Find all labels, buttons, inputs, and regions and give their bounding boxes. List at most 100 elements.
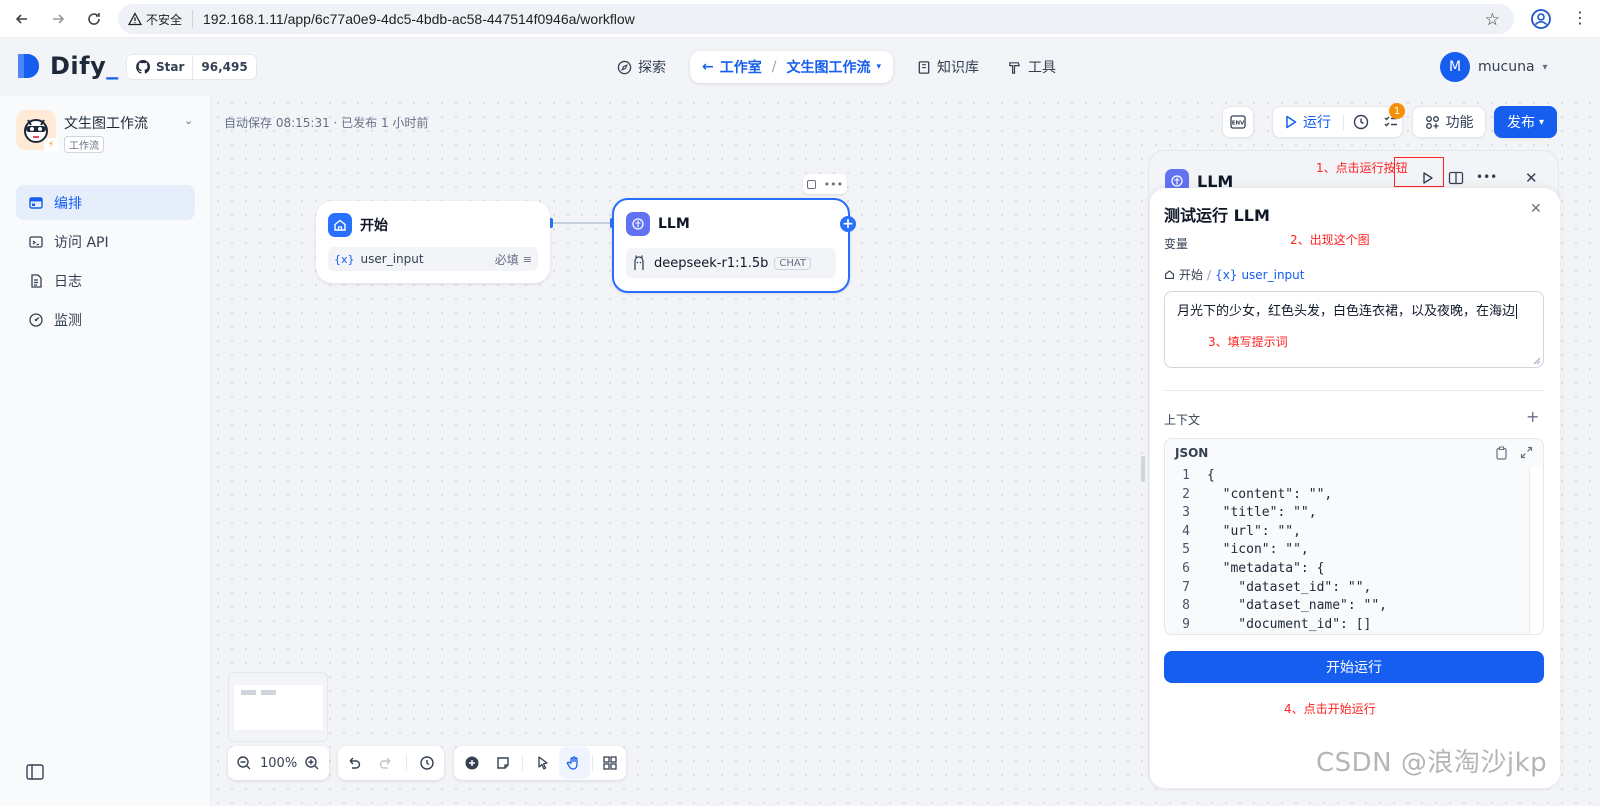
nav-studio-label[interactable]: 工作室 [720, 57, 762, 77]
code-line: 5 "icon": "", [1165, 541, 1543, 560]
app-header: Dify_ Star 96,495 探索 ← 工作室 / 文生图工作流 ▾ 知识… [0, 38, 1600, 96]
controls-divider [591, 755, 593, 771]
env-icon: ENV [1230, 115, 1246, 129]
insecure-label: 不安全 [146, 12, 183, 27]
reload-icon[interactable] [82, 7, 106, 31]
test-run-title: 测试运行 LLM [1164, 206, 1270, 225]
nav-current-app[interactable]: 文生图工作流 [786, 57, 870, 77]
run-node-checkbox-icon[interactable] [806, 179, 816, 189]
controls-divider [406, 755, 407, 771]
app-info[interactable]: ⚡ 文生图工作流 工作流 [16, 110, 148, 153]
history-icon[interactable] [1352, 113, 1370, 131]
zoom-in-icon[interactable] [296, 747, 328, 779]
env-button[interactable]: ENV [1222, 106, 1254, 138]
nav-knowledge[interactable]: 知识库 [905, 51, 991, 83]
nav-tools[interactable]: 工具 [995, 51, 1068, 83]
address-bar[interactable]: 不安全 192.168.1.11/app/6c77a0e9-4dc5-4bdb-… [118, 4, 1514, 34]
zoom-level[interactable]: 100% [260, 756, 297, 771]
code-text: "title": "", [1207, 505, 1317, 521]
code-line: 2 "content": "", [1165, 486, 1543, 505]
back-icon[interactable] [10, 7, 34, 31]
expand-icon[interactable] [1520, 446, 1533, 459]
log-icon [31, 273, 42, 288]
browser-profile-icon[interactable] [1530, 8, 1552, 30]
panel-split-icon[interactable] [1448, 171, 1464, 189]
json-code-area[interactable]: 1{2 "content": "", 3 "title": "", 4 "url":… [1165, 467, 1543, 634]
resize-grip-icon[interactable] [1533, 357, 1541, 365]
toolbar-divider [1343, 114, 1344, 130]
home-icon [1164, 270, 1175, 280]
home-icon [328, 213, 352, 237]
nav-explore[interactable]: 探索 [605, 51, 678, 83]
minimap[interactable] [228, 672, 328, 742]
sidebar-item-api[interactable]: 访问 API [16, 224, 195, 259]
user-name[interactable]: mucuna [1478, 59, 1535, 75]
variable-breadcrumb: 开始 / {x} user_input [1164, 266, 1304, 283]
code-text: "dataset_id": "", [1207, 579, 1372, 595]
llm-node[interactable]: LLM deepseek-r1:1.5b CHAT [612, 198, 850, 293]
logo-text: Dify_ [50, 52, 119, 80]
close-icon[interactable]: ✕ [1530, 201, 1542, 217]
forward-icon[interactable] [46, 7, 70, 31]
required-label: 必填 [494, 252, 519, 267]
json-editor[interactable]: JSON 1{2 "content": "", 3 "title": "", 4 "… [1164, 438, 1544, 635]
node-actions: ••• [803, 174, 847, 194]
app-menu-chevron-icon[interactable]: ⌄ [184, 114, 193, 127]
code-text: "content": "", [1207, 486, 1333, 502]
panel-resize-handle[interactable] [1141, 456, 1145, 482]
github-icon [136, 60, 150, 74]
annotation-step-1: 1、点击运行按钮 [1316, 161, 1408, 175]
chevron-down-icon[interactable]: ▾ [876, 62, 881, 72]
variables-label: 变量 [1164, 237, 1189, 251]
user-menu[interactable]: M mucuna ▾ [1440, 52, 1548, 82]
pointer-icon[interactable] [527, 747, 558, 779]
github-star-button[interactable]: Star 96,495 [126, 54, 257, 80]
organize-blocks-icon[interactable] [595, 747, 626, 779]
version-history-icon[interactable] [411, 747, 443, 779]
add-next-node-icon[interactable]: + [840, 216, 856, 232]
browser-menu-icon[interactable]: ⋮ [1572, 8, 1588, 28]
add-note-icon[interactable] [487, 747, 518, 779]
chevron-down-icon[interactable]: ▾ [1543, 62, 1548, 73]
security-indicator[interactable]: 不安全 [128, 10, 194, 28]
panel-more-icon[interactable]: ••• [1476, 170, 1497, 184]
dify-logo[interactable]: Dify_ [16, 52, 119, 80]
code-line: 6 "metadata": { [1165, 560, 1543, 579]
nav-tools-label: 工具 [1027, 60, 1056, 76]
publish-button[interactable]: 发布 ▾ [1494, 106, 1557, 138]
prompt-input[interactable]: 月光下的少女，红色头发，白色连衣裙，以及夜晚，在海边 [1164, 291, 1544, 368]
workflow-edge[interactable] [550, 222, 612, 224]
sidebar-item-monitor[interactable]: 监测 [16, 302, 195, 337]
redo-icon[interactable] [370, 747, 402, 779]
avatar[interactable]: M [1440, 52, 1470, 82]
undo-icon[interactable] [338, 747, 370, 779]
hand-icon[interactable] [558, 747, 590, 779]
add-context-icon[interactable]: + [1526, 407, 1539, 426]
code-line: 9 "document_id": [] [1165, 616, 1543, 634]
json-scrollbar[interactable] [1529, 467, 1543, 634]
bookmark-star-icon[interactable]: ☆ [1485, 10, 1500, 30]
line-number: 6 [1182, 560, 1190, 576]
run-button[interactable]: 运行 [1273, 112, 1343, 132]
sidebar-item-logs[interactable]: 日志 [16, 263, 195, 298]
test-run-panel: 测试运行 LLM ✕ 变量 开始 / {x} user_input 月光下的少女… [1150, 188, 1560, 788]
more-icon[interactable]: ••• [824, 178, 843, 191]
zoom-out-icon[interactable] [228, 747, 260, 779]
panel-close-icon[interactable]: ✕ [1525, 169, 1538, 187]
sidebar-item-orchestrate[interactable]: 编排 [16, 185, 195, 220]
terminal-icon [29, 235, 43, 248]
variable-icon: {x} [1215, 267, 1238, 282]
sidebar-collapse-icon[interactable] [26, 764, 44, 780]
add-node-icon[interactable] [456, 747, 487, 779]
nav-studio[interactable]: ← 工作室 / 文生图工作流 ▾ [690, 51, 893, 83]
start-run-button[interactable]: 开始运行 [1164, 651, 1544, 683]
breadcrumb-separator: / [1207, 267, 1212, 282]
llm-model-row: deepseek-r1:1.5b CHAT [626, 248, 836, 278]
nav-knowledge-label: 知识库 [936, 60, 979, 76]
copy-icon[interactable] [1495, 446, 1508, 460]
json-label: JSON [1175, 446, 1209, 460]
annotation-step-2: 2、出现这个图 [1290, 233, 1370, 247]
breadcrumb-node: 开始 [1179, 268, 1204, 282]
start-node[interactable]: 开始 {x} user_input 必填 ≡ [316, 201, 550, 283]
features-button[interactable]: 功能 [1412, 106, 1486, 138]
